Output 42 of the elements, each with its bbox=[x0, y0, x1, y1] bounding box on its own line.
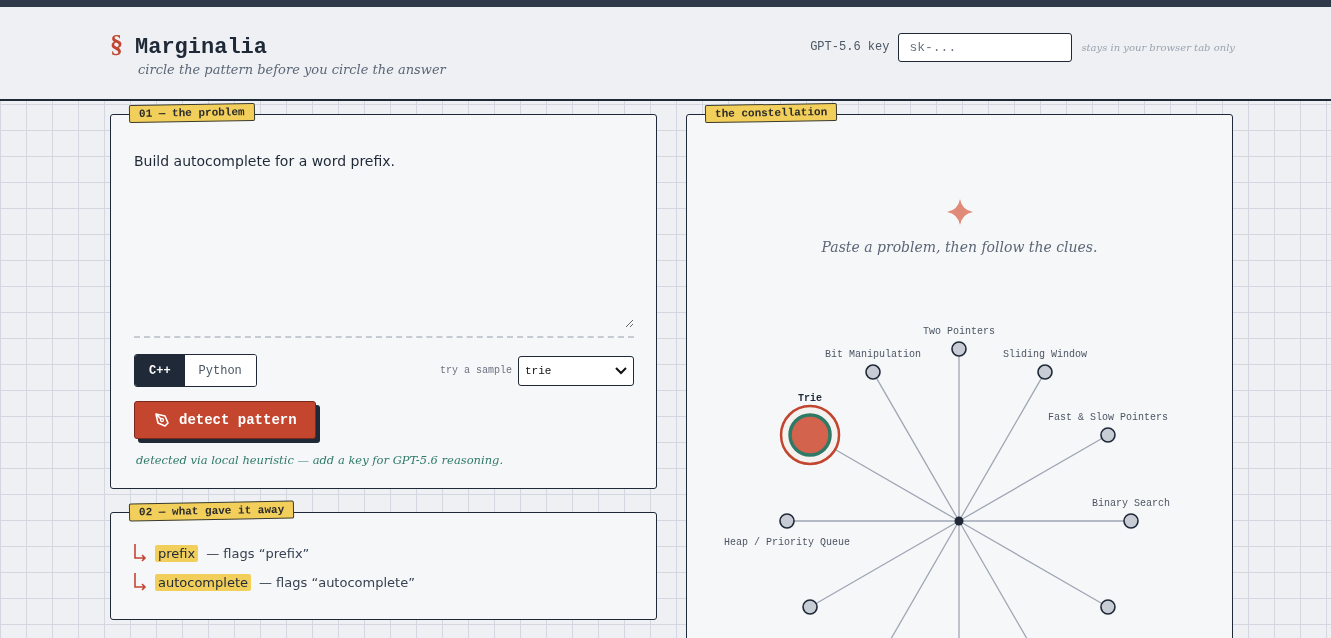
language-tab[interactable]: Python bbox=[184, 355, 256, 386]
tagline: circle the pattern before you circle the answer bbox=[138, 61, 446, 77]
key-label: GPT-5.6 key bbox=[810, 40, 890, 54]
node-label: Sliding Window bbox=[1003, 349, 1087, 361]
panel-tag: 01 — the problem bbox=[128, 102, 255, 124]
panel-tag: 02 — what gave it away bbox=[128, 500, 295, 522]
graph-node[interactable] bbox=[1100, 427, 1116, 443]
pen-nib-icon bbox=[153, 411, 171, 429]
graph-node[interactable] bbox=[802, 599, 818, 615]
node-label: Binary Search bbox=[1092, 498, 1170, 509]
graph-node[interactable] bbox=[1100, 599, 1116, 615]
turn-arrow-icon bbox=[133, 543, 147, 563]
problem-input[interactable]: Build autocomplete for a word prefix. bbox=[134, 145, 634, 338]
language-tab[interactable]: C++ bbox=[135, 355, 185, 386]
graph-node[interactable] bbox=[865, 364, 881, 380]
sample-select[interactable]: trie bbox=[518, 355, 634, 386]
node-label: Fast & Slow Pointers bbox=[1047, 412, 1168, 423]
selected-node[interactable] bbox=[779, 404, 841, 466]
chevron-icon bbox=[615, 366, 627, 375]
clue-keyword: autocomplete bbox=[155, 573, 251, 591]
center-dot bbox=[954, 516, 964, 526]
node-label: Two Pointers bbox=[923, 326, 995, 337]
sparkle-icon bbox=[946, 199, 973, 225]
clue-text: — flags “autocomplete” bbox=[259, 574, 415, 590]
node-label: Heap / Priority Queue bbox=[724, 537, 850, 548]
graph-node[interactable] bbox=[951, 341, 967, 357]
node-label: Trie bbox=[798, 393, 823, 404]
node-label: Bit Manipulation bbox=[825, 349, 921, 361]
clue-text: — flags “prefix” bbox=[206, 545, 310, 561]
clue-keyword: prefix bbox=[155, 544, 199, 562]
api-key-field[interactable]: sk-... bbox=[898, 32, 1073, 62]
key-note: stays in your browser tab only bbox=[1081, 41, 1235, 53]
section-mark-logo: § bbox=[110, 29, 123, 60]
graph-node[interactable] bbox=[779, 513, 795, 529]
graph-node[interactable] bbox=[1037, 364, 1053, 380]
empty-hint: Paste a problem, then follow the clues. bbox=[821, 239, 1098, 255]
turn-arrow-icon bbox=[133, 572, 147, 592]
graph-node[interactable] bbox=[1123, 513, 1139, 529]
detection-status: detected via local heuristic — add a key for GPT-5.6 reasoning. bbox=[136, 453, 505, 467]
sample-label: try a sample bbox=[440, 365, 512, 376]
app-title: Marginalia bbox=[135, 34, 268, 60]
panel-tag: the constellation bbox=[704, 102, 838, 124]
